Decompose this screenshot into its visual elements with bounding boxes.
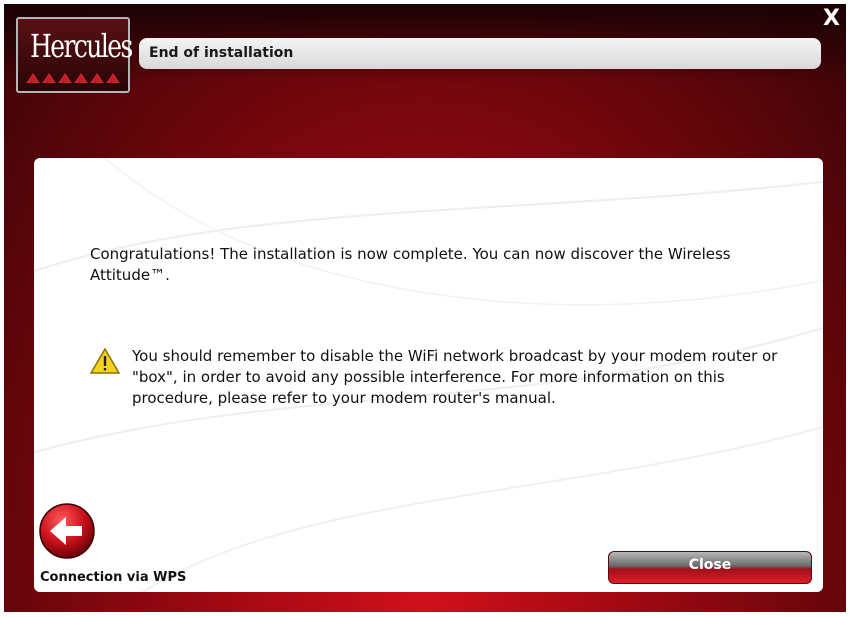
warning-triangle-icon [90, 348, 120, 374]
completion-message: Congratulations! The installation is now… [90, 245, 731, 284]
page-title: End of installation [139, 38, 821, 69]
window-close-button[interactable]: X [823, 6, 840, 31]
logo-text: Hercules [30, 27, 133, 65]
back-label[interactable]: Connection via WPS [40, 570, 186, 585]
warning-message: You should remember to disable the WiFi … [132, 347, 778, 407]
hercules-logo: Hercules [16, 17, 133, 93]
installer-window: X Hercules End of installation Congratul… [4, 4, 846, 612]
content-panel: Congratulations! The installation is now… [34, 158, 823, 592]
logo-triangles [26, 73, 120, 85]
back-arrow-icon[interactable] [38, 502, 96, 560]
close-button[interactable]: Close [608, 551, 812, 584]
